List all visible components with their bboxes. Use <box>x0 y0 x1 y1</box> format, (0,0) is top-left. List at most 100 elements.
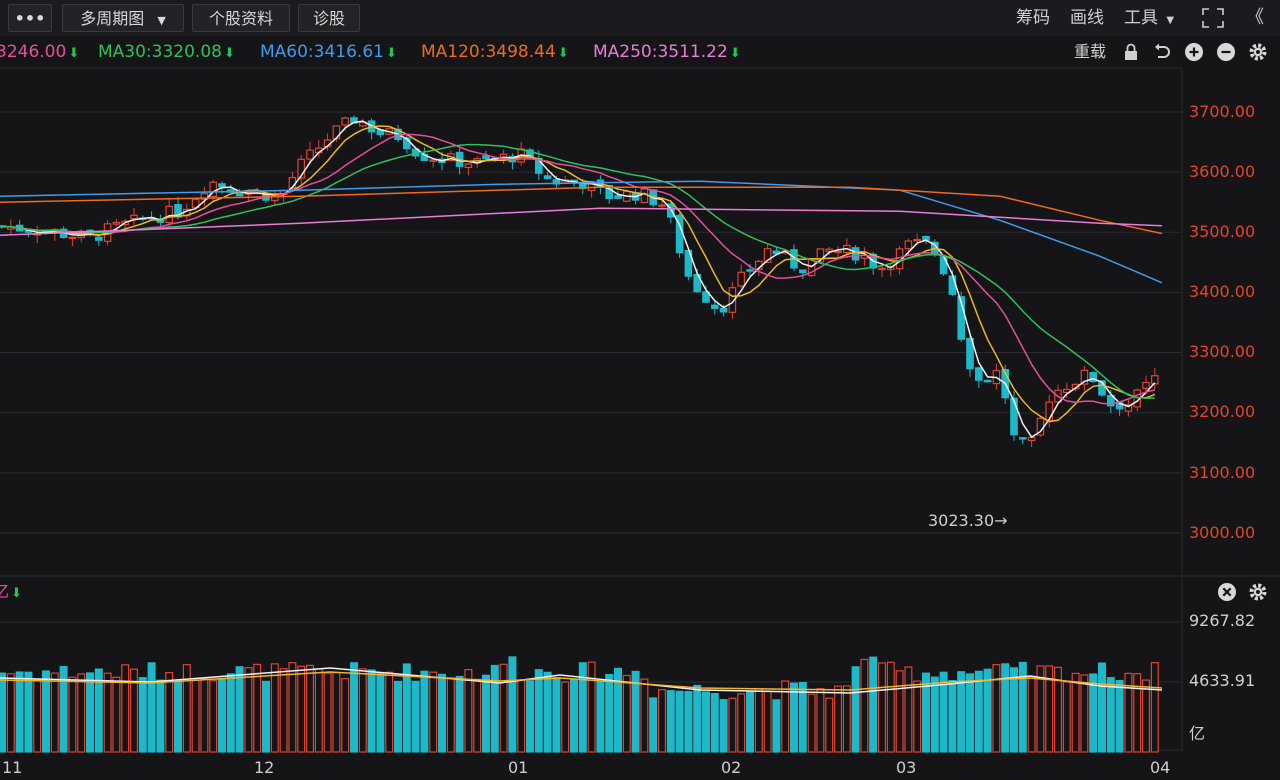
volume-bar <box>1009 667 1018 753</box>
price-tick-label: 3100.00 <box>1189 463 1256 482</box>
price-tick-label: 3400.00 <box>1189 282 1256 301</box>
volume-bar <box>605 673 614 753</box>
time-tick-label: 03 <box>896 758 917 777</box>
volume-bar <box>41 670 50 753</box>
time-tick-label: 11 <box>2 758 23 777</box>
volume-bar <box>1062 681 1071 753</box>
candle-body <box>1010 397 1018 436</box>
volume-bar <box>33 678 42 753</box>
volume-bar <box>869 656 878 753</box>
candle-body <box>94 236 103 241</box>
volume-bar <box>6 673 15 753</box>
volume-bar <box>244 667 253 753</box>
candle-body <box>834 250 842 254</box>
volume-bar <box>842 685 851 753</box>
candle-body <box>464 163 473 169</box>
volume-bar <box>886 661 895 753</box>
time-tick-label: 02 <box>721 758 742 777</box>
volume-bar <box>209 680 218 753</box>
volume-bar <box>482 674 491 753</box>
volume-bar <box>930 676 939 753</box>
volume-bar <box>200 678 209 753</box>
candle-body <box>904 240 913 250</box>
volume-bar <box>851 666 860 753</box>
volume-bar <box>693 684 702 753</box>
candle-body <box>218 183 226 188</box>
volume-bar <box>490 664 499 753</box>
candle-body <box>165 205 174 224</box>
volume-bar <box>710 693 719 753</box>
price-tick-label: 3500.00 <box>1189 222 1256 241</box>
volume-bar <box>279 668 288 753</box>
volume-bar <box>15 671 24 753</box>
candle-body <box>429 159 438 162</box>
candle-body <box>737 271 746 287</box>
volume-settings-gear-icon[interactable] <box>1247 581 1269 603</box>
close-circle-icon[interactable] <box>1216 581 1238 603</box>
volume-bar <box>578 662 587 753</box>
volume-bar <box>112 676 121 753</box>
volume-bar <box>825 697 834 753</box>
price-gridlines <box>0 67 1183 575</box>
volume-bar <box>306 664 315 753</box>
volume-bar <box>0 672 7 753</box>
time-tick-label: 12 <box>254 758 275 777</box>
volume-bar <box>218 678 227 753</box>
candle-body <box>68 236 77 240</box>
volume-bar <box>446 677 455 753</box>
volume-bar <box>534 669 543 753</box>
candle-body <box>341 117 350 126</box>
volume-bar <box>156 679 165 753</box>
volume-bar <box>763 690 772 753</box>
candle-body <box>130 214 138 220</box>
panel-divider <box>0 575 1280 577</box>
volume-bar <box>921 672 930 753</box>
volume-bar <box>561 681 570 753</box>
price-tick-label: 3700.00 <box>1189 102 1256 121</box>
candle-body <box>306 149 314 160</box>
volume-bar <box>657 689 666 753</box>
volume-bar <box>262 680 271 753</box>
volume-bar <box>341 678 350 753</box>
volume-bar <box>965 673 974 753</box>
volume-bar <box>860 658 869 753</box>
volume-bar <box>253 663 262 753</box>
volume-bar <box>1106 677 1115 753</box>
volume-bar <box>596 681 605 753</box>
volume-bar <box>754 687 763 753</box>
candle-body <box>948 275 957 295</box>
volume-bar <box>649 697 658 753</box>
volume-bar <box>833 685 842 753</box>
volume-bar <box>666 690 675 753</box>
volume-bar <box>235 666 244 753</box>
volume-bar <box>270 663 279 753</box>
volume-max-label: 9267.82 <box>1189 611 1256 630</box>
candle-body <box>1150 375 1159 385</box>
volume-bar <box>297 665 306 753</box>
volume-bar <box>438 673 447 753</box>
volume-bar <box>983 668 992 753</box>
volume-bar <box>745 691 754 753</box>
volume-bar <box>1080 674 1089 753</box>
price-tick-label: 3300.00 <box>1189 342 1256 361</box>
time-tick-label: 01 <box>508 758 529 777</box>
volume-bar <box>517 679 526 753</box>
volume-bar <box>455 675 464 753</box>
volume-bar <box>367 669 376 753</box>
volume-bar <box>675 690 684 753</box>
volume-corner-label: 亿 ⬇ <box>0 582 22 604</box>
volume-bar <box>50 672 59 753</box>
candle-body <box>1018 437 1027 440</box>
volume-bar <box>728 697 737 753</box>
volume-bar <box>525 680 534 753</box>
volume-bar <box>473 678 482 753</box>
volume-bar <box>737 693 746 753</box>
arrow-right-icon: → <box>994 511 1008 530</box>
candle-body <box>658 204 666 207</box>
min-price-marker: 3023.30→ <box>928 511 1008 531</box>
volume-bar <box>376 673 385 753</box>
volume-bar <box>640 678 649 753</box>
candlestick-chart[interactable] <box>0 0 1280 780</box>
volume-bar <box>464 669 473 753</box>
volume-bar <box>1115 680 1124 753</box>
